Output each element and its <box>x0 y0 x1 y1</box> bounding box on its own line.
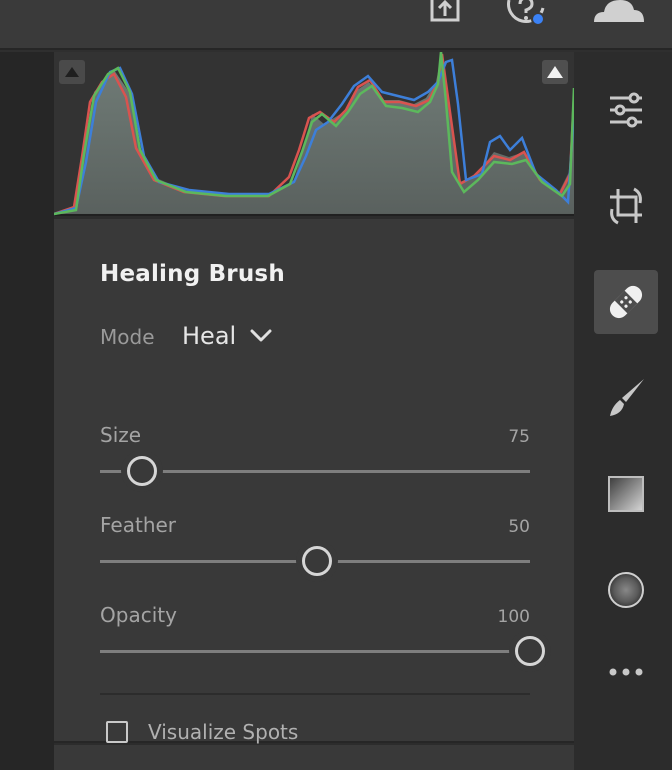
visualize-spots-label: Visualize Spots <box>148 720 299 744</box>
opacity-value: 100 <box>497 607 530 627</box>
opacity-label: Opacity <box>100 603 177 627</box>
size-value: 75 <box>508 427 530 447</box>
edit-sliders-icon <box>610 92 642 128</box>
section-title: Healing Brush <box>100 261 285 287</box>
crop-rotate-icon <box>610 187 642 225</box>
chevron-down-icon <box>250 329 272 342</box>
brush-tool-button[interactable] <box>594 366 658 430</box>
triangle-up-icon <box>65 67 79 77</box>
brush-icon <box>610 379 644 416</box>
linear-gradient-tool-button[interactable] <box>594 462 658 526</box>
opacity-slider-thumb[interactable] <box>515 636 545 666</box>
help-icon[interactable] <box>506 0 548 30</box>
radial-gradient-tool-button[interactable] <box>594 558 658 622</box>
shadow-clipping-toggle[interactable] <box>59 60 85 84</box>
feather-slider-thumb[interactable] <box>302 546 333 576</box>
linear-gradient-icon <box>608 476 644 512</box>
highlight-clipping-toggle[interactable] <box>542 60 568 84</box>
tool-strip <box>576 52 672 770</box>
crop-tool-button[interactable] <box>594 174 658 238</box>
mode-label: Mode <box>100 325 155 349</box>
histogram-graph <box>53 51 576 216</box>
section-divider <box>100 693 530 695</box>
left-gutter <box>0 52 54 770</box>
size-slider[interactable] <box>100 456 530 486</box>
feather-label: Feather <box>100 513 177 537</box>
mode-dropdown[interactable]: Heal <box>182 319 272 353</box>
top-bar <box>0 0 672 50</box>
next-section-collapsed <box>54 745 574 770</box>
visualize-spots-checkbox[interactable] <box>106 721 128 743</box>
more-icon <box>609 668 643 676</box>
more-tools-button[interactable] <box>594 640 658 704</box>
size-slider-thumb[interactable] <box>127 456 158 486</box>
radial-gradient-icon <box>608 572 644 608</box>
size-label: Size <box>100 423 142 447</box>
healing-bandage-icon <box>609 285 643 319</box>
healing-tool-button[interactable] <box>594 270 658 334</box>
cloud-icon[interactable] <box>592 0 646 24</box>
feather-slider[interactable] <box>100 546 530 576</box>
opacity-slider[interactable] <box>100 636 545 666</box>
edit-tool-button[interactable] <box>594 78 658 142</box>
healing-brush-section: Healing Brush Mode Heal Size 75 Feather … <box>54 219 574 744</box>
feather-value: 50 <box>508 517 530 537</box>
histogram <box>53 51 576 216</box>
share-icon[interactable] <box>428 0 464 26</box>
triangle-up-icon <box>547 66 563 78</box>
mode-value: Heal <box>182 322 237 350</box>
edit-panel: Healing Brush Mode Heal Size 75 Feather … <box>53 51 576 770</box>
visualize-spots-toggle[interactable]: Visualize Spots <box>106 717 298 747</box>
